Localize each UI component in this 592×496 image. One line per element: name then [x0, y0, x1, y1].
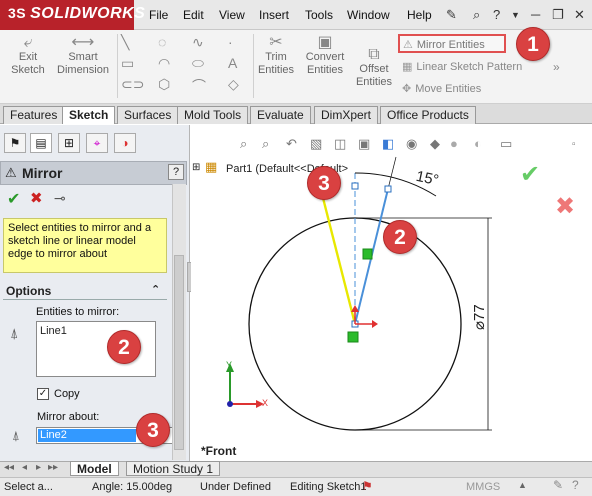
view-orientation-label: *Front [201, 444, 237, 458]
rebuild-icon[interactable]: ⚑ [362, 479, 373, 493]
origin-x-arrowhead [372, 320, 378, 328]
sketch-canvas [226, 156, 492, 431]
line1-yellow[interactable] [320, 193, 357, 325]
triad-y-label: Y [226, 360, 233, 370]
endpoint-handle[interactable] [384, 185, 392, 193]
relation-icon[interactable] [362, 248, 373, 260]
step-badge-3b: 3 [307, 166, 341, 200]
wrench-icon[interactable]: ✎ [553, 478, 563, 492]
diameter-dimension-text[interactable]: ⌀77 [470, 304, 488, 330]
status-angle: Angle: 15.00deg [92, 481, 173, 493]
angle-extension [387, 156, 397, 190]
help-status-icon[interactable]: ? [572, 478, 579, 492]
triad-x-label: X [262, 398, 269, 408]
status-units[interactable]: MMGS [466, 481, 500, 493]
step-badge-2b: 2 [383, 220, 417, 254]
scroll-first-icon[interactable]: ◂◂ [4, 462, 14, 473]
status-editing: Editing Sketch1 [290, 481, 367, 493]
triad-origin [227, 401, 233, 407]
tab-model[interactable]: Model [70, 461, 119, 476]
scroll-next-icon[interactable]: ▸ [36, 462, 41, 473]
tab-motion-study[interactable]: Motion Study 1 [126, 461, 221, 476]
status-select: Select a... [4, 481, 53, 493]
coincident-icon[interactable] [347, 331, 359, 343]
status-defined: Under Defined [200, 481, 271, 493]
endpoint-handle[interactable] [351, 182, 359, 190]
units-dropdown-icon[interactable]: ▲ [518, 480, 527, 490]
scroll-last-icon[interactable]: ▸▸ [48, 462, 58, 473]
scroll-prev-icon[interactable]: ◂ [22, 462, 27, 473]
